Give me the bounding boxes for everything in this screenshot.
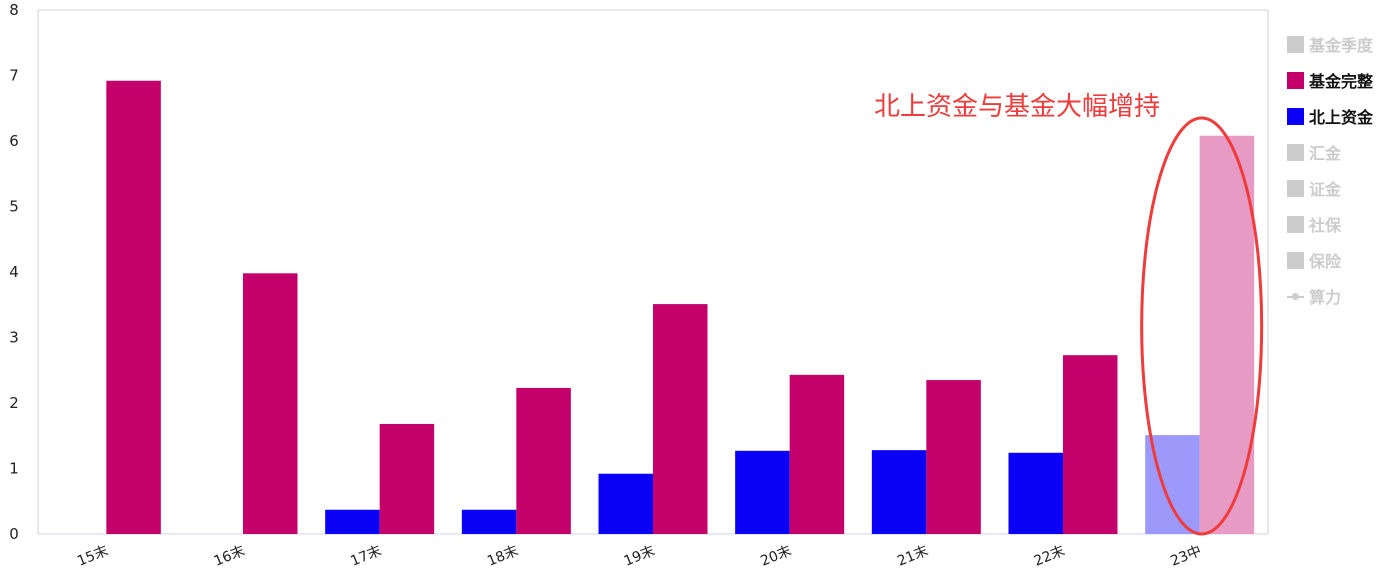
legend-line-marker-icon: [1287, 288, 1304, 305]
bar-fund: [243, 273, 298, 534]
bar-northbound: [735, 450, 790, 534]
y-tick-label: 8: [9, 1, 19, 19]
x-tick-label: 20末: [758, 543, 794, 570]
y-tick-label: 5: [9, 198, 19, 216]
bar-northbound: [598, 473, 653, 534]
legend-label: 基金完整: [1309, 72, 1374, 91]
x-tick-label: 23中: [1168, 543, 1204, 570]
y-tick-label: 3: [9, 329, 19, 347]
legend-item[interactable]: 基金季度: [1287, 26, 1373, 62]
bar-northbound: [325, 509, 380, 534]
legend-swatch-icon: [1287, 215, 1304, 233]
bar-chart: 0 1 2 3 4 5 6 7 8 15末 16末 17末 18末 19末 20末 21末 22末 23中: [9, 1, 1269, 570]
y-tick-label: 1: [9, 460, 19, 478]
legend-label: 基金季度: [1309, 36, 1374, 55]
legend-swatch-icon: [1287, 251, 1304, 269]
bar-fund: [1063, 355, 1118, 534]
bar-northbound: [461, 509, 517, 534]
x-tick-label: 16末: [212, 543, 248, 570]
legend-label: 社保: [1309, 216, 1342, 235]
x-tick-label: 22末: [1032, 543, 1068, 570]
legend-label: 算力: [1309, 288, 1342, 307]
legend-swatch-icon: [1287, 179, 1304, 197]
legend-label: 保险: [1309, 252, 1342, 271]
x-tick-label: 18末: [485, 543, 521, 570]
x-tick-label: 15末: [75, 543, 111, 570]
x-tick-label: 19末: [622, 543, 658, 570]
legend-item[interactable]: 基金完整: [1287, 62, 1373, 98]
bar-northbound: [871, 450, 927, 534]
bar-fund: [1199, 135, 1255, 534]
bar-fund: [106, 80, 161, 535]
x-tick-label: 21末: [895, 543, 931, 570]
bar-fund: [789, 374, 845, 534]
annotation-text: 北上资金与基金大幅增持: [874, 92, 1161, 122]
bar-fund: [653, 304, 708, 534]
bar-fund: [926, 380, 981, 534]
legend-label: 汇金: [1309, 144, 1342, 163]
legend-item[interactable]: 算力: [1287, 278, 1373, 314]
bar-fund: [516, 387, 571, 534]
legend-item[interactable]: 保险: [1287, 242, 1373, 278]
y-tick-label: 2: [9, 394, 19, 412]
y-tick-label: 4: [9, 263, 19, 281]
bar-northbound: [1008, 452, 1063, 534]
x-tick-label: 17末: [348, 543, 384, 570]
legend-swatch-icon: [1287, 71, 1304, 89]
y-tick-label: 6: [9, 132, 19, 150]
legend-label: 北上资金: [1309, 108, 1374, 127]
legend-item[interactable]: 汇金: [1287, 134, 1373, 170]
y-tick-label: 7: [9, 67, 19, 85]
y-tick-label: 0: [9, 525, 19, 543]
legend-item[interactable]: 北上资金: [1287, 98, 1373, 134]
legend-item[interactable]: 证金: [1287, 170, 1373, 206]
bar-fund: [379, 423, 435, 534]
legend: 基金季度基金完整北上资金汇金证金社保保险算力: [1287, 26, 1373, 314]
legend-label: 证金: [1309, 180, 1342, 199]
legend-swatch-icon: [1287, 107, 1304, 125]
legend-swatch-icon: [1287, 35, 1304, 53]
legend-swatch-icon: [1287, 143, 1304, 161]
legend-item[interactable]: 社保: [1287, 206, 1373, 242]
